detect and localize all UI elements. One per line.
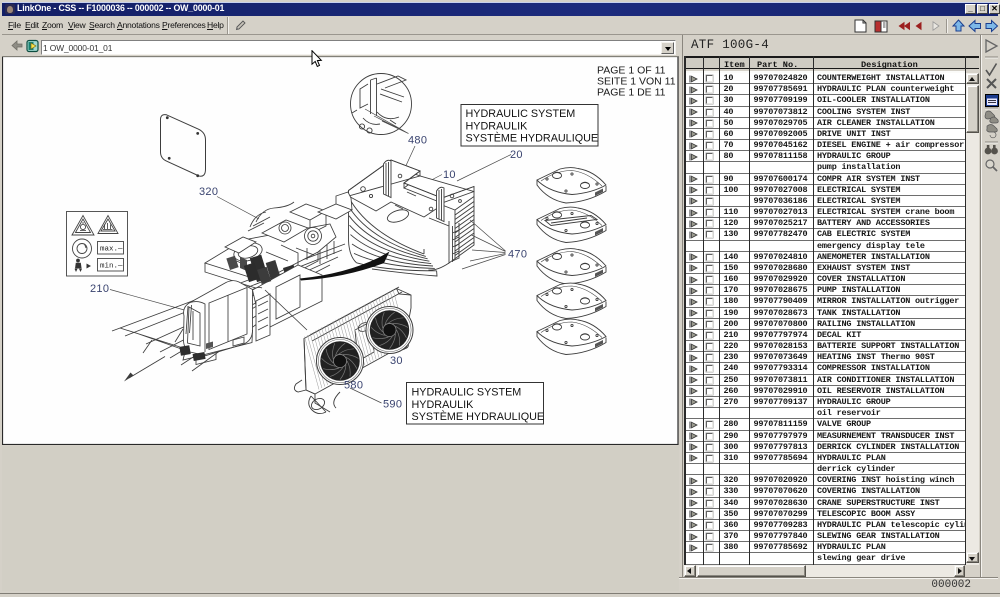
svg-text:HYDRAULIK: HYDRAULIK	[466, 121, 529, 133]
svg-text:HYDRAULIC SYSTEM: HYDRAULIC SYSTEM	[466, 108, 576, 120]
svg-text:SYSTÈME HYDRAULIQUE: SYSTÈME HYDRAULIQUE	[412, 410, 545, 423]
svg-text:480: 480	[408, 135, 427, 147]
svg-text:HYDRAULIK: HYDRAULIK	[412, 399, 475, 411]
svg-text:20: 20	[510, 149, 523, 161]
svg-text:10: 10	[443, 169, 456, 181]
svg-text:max.—: max.—	[100, 246, 123, 254]
svg-text:min.—: min.—	[100, 263, 123, 271]
svg-text:590: 590	[383, 399, 402, 411]
svg-text:210: 210	[90, 283, 109, 295]
svg-text:470: 470	[508, 249, 527, 261]
svg-text:HYDRAULIC SYSTEM: HYDRAULIC SYSTEM	[412, 387, 522, 399]
svg-text:320: 320	[199, 186, 218, 198]
svg-text:PAGE 1 DE 11: PAGE 1 DE 11	[597, 87, 666, 99]
svg-text:30: 30	[390, 355, 403, 367]
svg-text:SYSTÈME HYDRAULIQUE: SYSTÈME HYDRAULIQUE	[466, 132, 599, 145]
svg-text:580: 580	[344, 380, 363, 392]
